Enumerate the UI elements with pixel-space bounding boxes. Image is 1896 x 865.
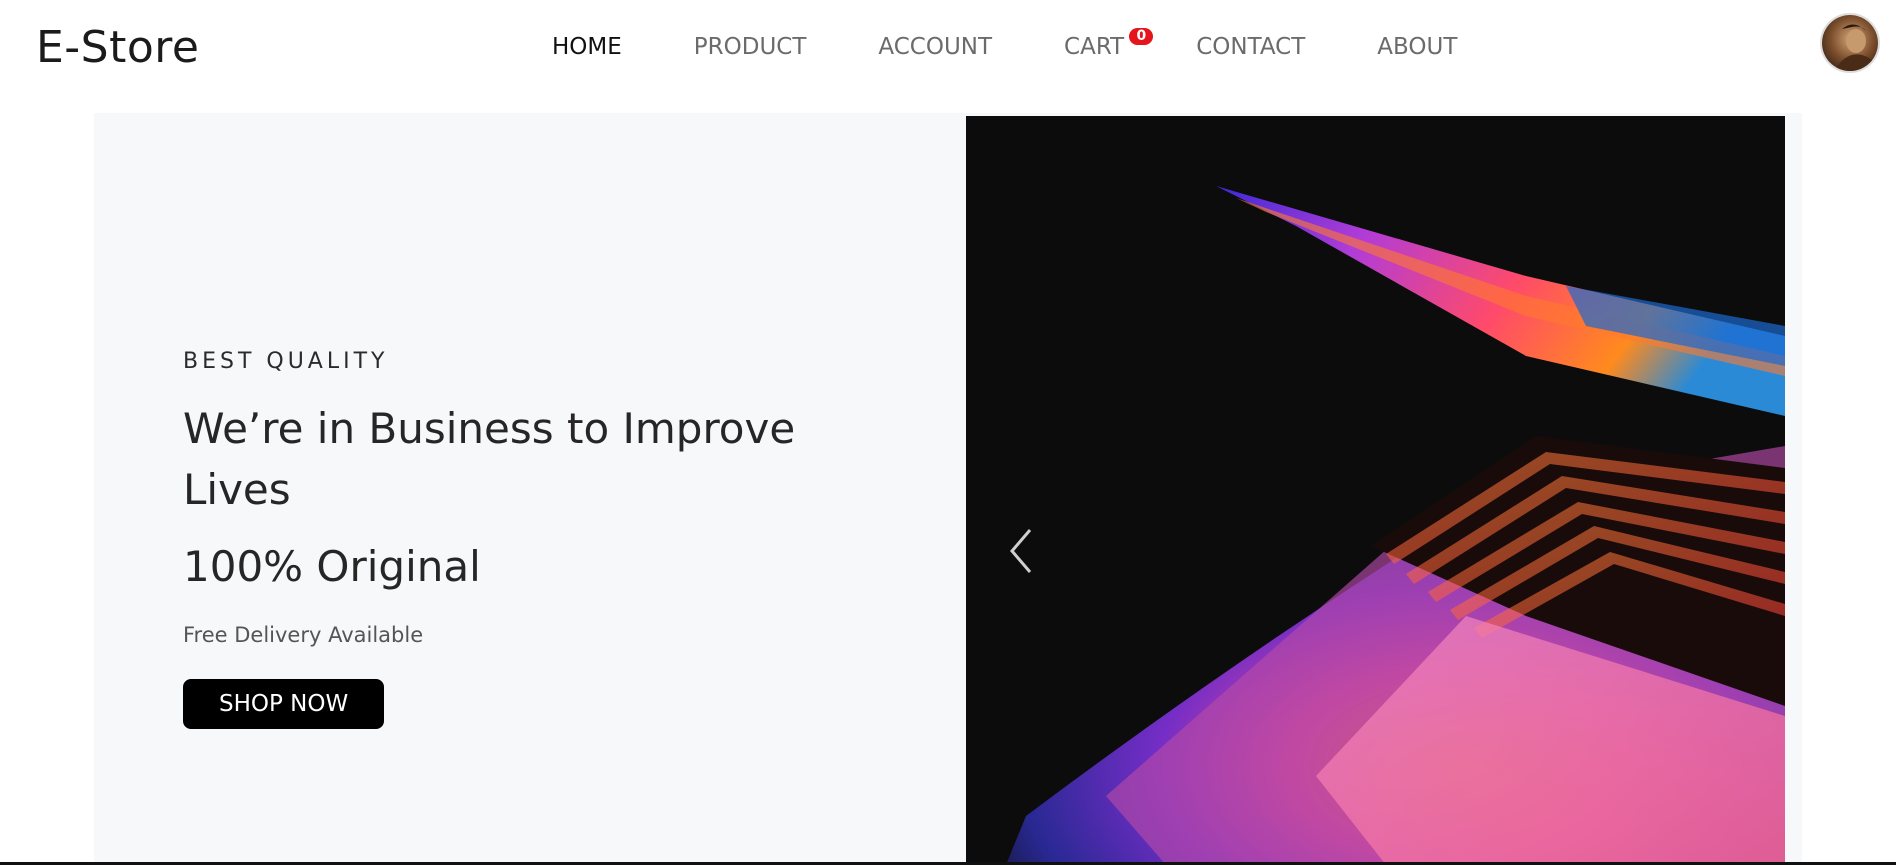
- nav-product[interactable]: PRODUCT: [694, 34, 807, 60]
- laptop-image: [966, 116, 1785, 865]
- cart-count-badge: 0: [1129, 28, 1154, 45]
- hero-headline: We’re in Business to Improve Lives: [183, 404, 796, 514]
- nav-cart[interactable]: CART 0: [1064, 28, 1154, 60]
- chevron-right-icon: [1781, 526, 1785, 576]
- chevron-left-icon: [1010, 529, 1032, 573]
- shop-now-button[interactable]: SHOP NOW: [183, 679, 385, 729]
- nav-cart-label: CART: [1064, 34, 1125, 60]
- hero-text-block: BEST QUALITY We’re in Business to Improv…: [183, 349, 823, 729]
- main-nav: HOME PRODUCT ACCOUNT CART 0 CONTACT ABOU…: [552, 28, 1529, 60]
- avatar-image: [1822, 15, 1878, 71]
- hero-carousel: [966, 116, 1785, 865]
- carousel-prev-button[interactable]: [1006, 526, 1036, 576]
- hero-delivery-note: Free Delivery Available: [183, 623, 424, 647]
- brand-logo[interactable]: E-Store: [36, 22, 199, 73]
- cart-wrap: CART 0: [1064, 28, 1154, 60]
- hero-section: BEST QUALITY We’re in Business to Improv…: [94, 113, 1802, 865]
- nav-about[interactable]: ABOUT: [1377, 34, 1457, 60]
- hero-sub-headline: 100% Original: [183, 542, 481, 591]
- user-avatar[interactable]: [1820, 13, 1880, 73]
- nav-contact[interactable]: CONTACT: [1196, 34, 1305, 60]
- site-header: E-Store HOME PRODUCT ACCOUNT CART 0 CONT…: [0, 0, 1896, 98]
- nav-home[interactable]: HOME: [552, 34, 622, 60]
- hero-eyebrow: BEST QUALITY: [183, 349, 389, 374]
- carousel-next-button[interactable]: [1781, 526, 1785, 576]
- nav-account[interactable]: ACCOUNT: [878, 34, 992, 60]
